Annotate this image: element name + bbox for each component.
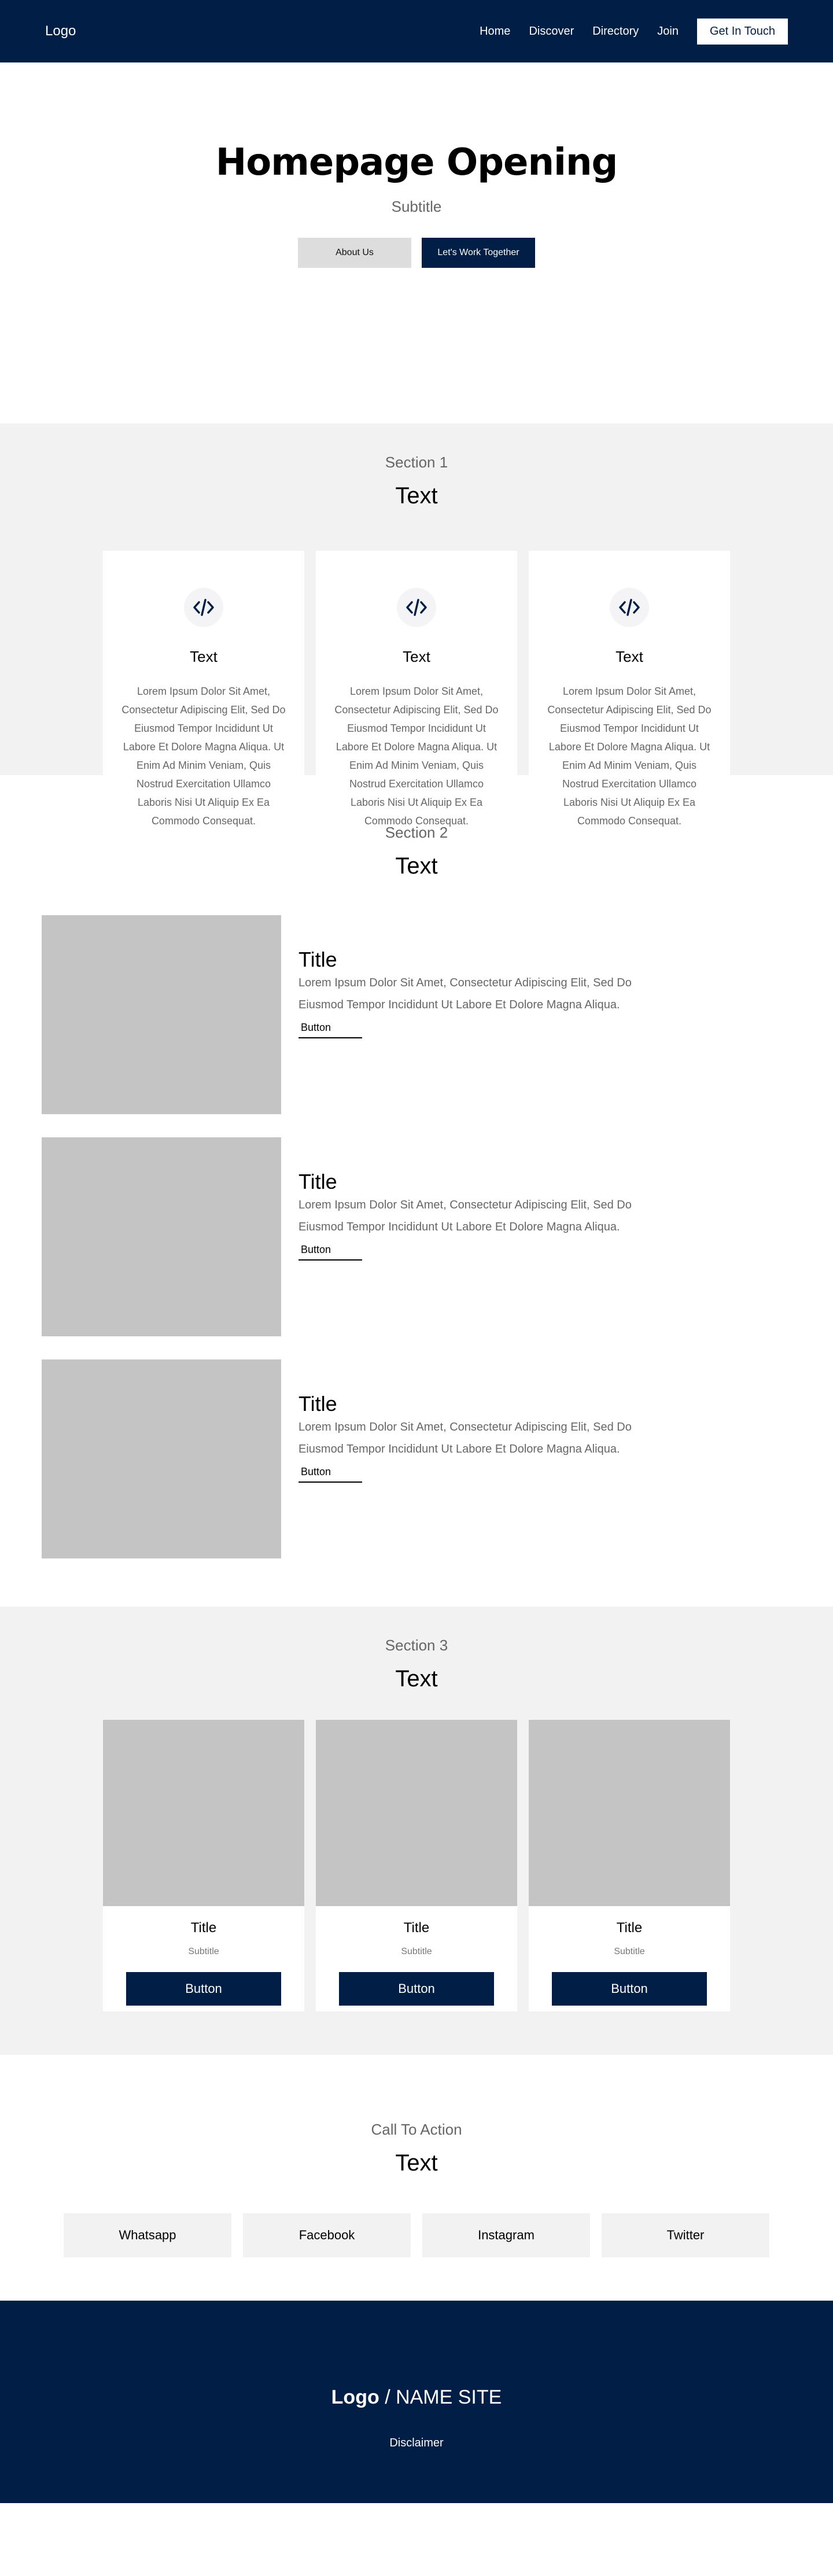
image-placeholder [42,1359,281,1558]
social-buttons: Whatsapp Facebook Instagram Twitter [0,2213,833,2257]
row-content: Title Lorem Ipsum Dolor Sit Amet, Consec… [298,1137,657,1336]
row-title: Title [298,1392,337,1416]
content-row: Title Lorem Ipsum Dolor Sit Amet, Consec… [42,1137,833,1336]
footer-brand: Logo / NAME SITE [0,2386,833,2409]
row-title: Title [298,1170,337,1193]
about-us-button[interactable]: About Us [298,238,411,268]
product-cards: Title Subtitle Button Title Subtitle But… [0,1720,833,2011]
product-card-subtitle: Subtitle [614,1947,645,1956]
code-icon [184,588,223,627]
product-card: Title Subtitle Button [529,1720,730,2011]
feature-card-title: Text [615,648,643,665]
code-icon [397,588,436,627]
feature-cards: Text Lorem Ipsum Dolor Sit Amet, Consect… [0,551,833,827]
site-header: Logo Home Discover Directory Join Get In… [0,0,833,62]
image-placeholder [42,1137,281,1336]
row-button[interactable]: Button [298,1018,363,1038]
logo[interactable]: Logo [45,23,76,39]
instagram-button[interactable]: Instagram [422,2213,590,2257]
twitter-button[interactable]: Twitter [602,2213,769,2257]
product-card-button[interactable]: Button [552,1972,707,2006]
nav-directory[interactable]: Directory [592,25,639,38]
row-title: Title [298,948,337,971]
feature-card: Text Lorem Ipsum Dolor Sit Amet, Consect… [103,551,304,827]
row-button[interactable]: Button [298,1462,363,1483]
work-together-button[interactable]: Let's Work Together [422,238,535,268]
nav-home[interactable]: Home [480,25,510,38]
hero-section: Homepage Opening Subtitle About Us Let's… [0,62,833,423]
feature-card: Text Lorem Ipsum Dolor Sit Amet, Consect… [316,551,517,827]
nav-discover[interactable]: Discover [529,25,574,38]
image-placeholder [42,915,281,1114]
hero-subtitle: Subtitle [391,198,442,215]
product-card-subtitle: Subtitle [188,1947,219,1956]
product-card-title: Title [403,1920,430,1936]
section-1-title: Text [395,483,438,508]
call-to-action-section: Call To Action Text Whatsapp Facebook In… [0,2055,833,2301]
hero-buttons: About Us Let's Work Together [0,238,833,268]
image-placeholder [103,1720,304,1906]
cta-title: Text [395,2150,438,2176]
footer-logo[interactable]: Logo [331,2386,379,2408]
feature-card-title: Text [403,648,430,665]
product-card-title: Title [616,1920,643,1936]
section-1-label: Section 1 [385,454,448,471]
section-2: Section 2 Text Title Lorem Ipsum Dolor S… [0,775,833,1606]
content-rows: Title Lorem Ipsum Dolor Sit Amet, Consec… [0,915,833,1558]
row-content: Title Lorem Ipsum Dolor Sit Amet, Consec… [298,1359,657,1558]
product-card-button[interactable]: Button [339,1972,494,2006]
product-card-title: Title [190,1920,217,1936]
row-body: Lorem Ipsum Dolor Sit Amet, Consectetur … [298,1421,632,1455]
footer-disclaimer[interactable]: Disclaimer [0,2437,833,2450]
product-card-subtitle: Subtitle [401,1947,432,1956]
section-2-title: Text [395,853,438,879]
facebook-button[interactable]: Facebook [243,2213,411,2257]
section-3: Section 3 Text Title Subtitle Button Tit… [0,1606,833,2055]
cta-label: Call To Action [371,2121,462,2138]
section-3-label: Section 3 [385,1637,448,1654]
footer-site-name: / NAME SITE [385,2386,502,2408]
main-nav: Home Discover Directory Join Get In Touc… [461,18,788,45]
product-card: Title Subtitle Button [316,1720,517,2011]
section-3-title: Text [395,1666,438,1691]
feature-card-body: Lorem Ipsum Dolor Sit Amet, Consectetur … [334,686,499,827]
row-content: Title Lorem Ipsum Dolor Sit Amet, Consec… [298,915,657,1114]
image-placeholder [316,1720,517,1906]
code-icon [610,588,649,627]
feature-card-body: Lorem Ipsum Dolor Sit Amet, Consectetur … [121,686,286,827]
whatsapp-button[interactable]: Whatsapp [64,2213,231,2257]
row-button[interactable]: Button [298,1240,363,1261]
section-1: Section 1 Text Text Lorem Ipsum Dolor Si… [0,423,833,827]
feature-card-title: Text [190,648,218,665]
content-row: Title Lorem Ipsum Dolor Sit Amet, Consec… [42,1359,833,1558]
product-card: Title Subtitle Button [103,1720,304,2011]
get-in-touch-button[interactable]: Get In Touch [696,18,788,45]
nav-join[interactable]: Join [657,25,679,38]
feature-card-body: Lorem Ipsum Dolor Sit Amet, Consectetur … [547,686,712,827]
hero-title: Homepage Opening [215,141,618,184]
content-row: Title Lorem Ipsum Dolor Sit Amet, Consec… [42,915,833,1114]
row-body: Lorem Ipsum Dolor Sit Amet, Consectetur … [298,1199,632,1233]
image-placeholder [529,1720,730,1906]
feature-card: Text Lorem Ipsum Dolor Sit Amet, Consect… [529,551,730,827]
row-body: Lorem Ipsum Dolor Sit Amet, Consectetur … [298,976,632,1011]
site-footer: Logo / NAME SITE Disclaimer [0,2301,833,2503]
product-card-button[interactable]: Button [126,1972,281,2006]
